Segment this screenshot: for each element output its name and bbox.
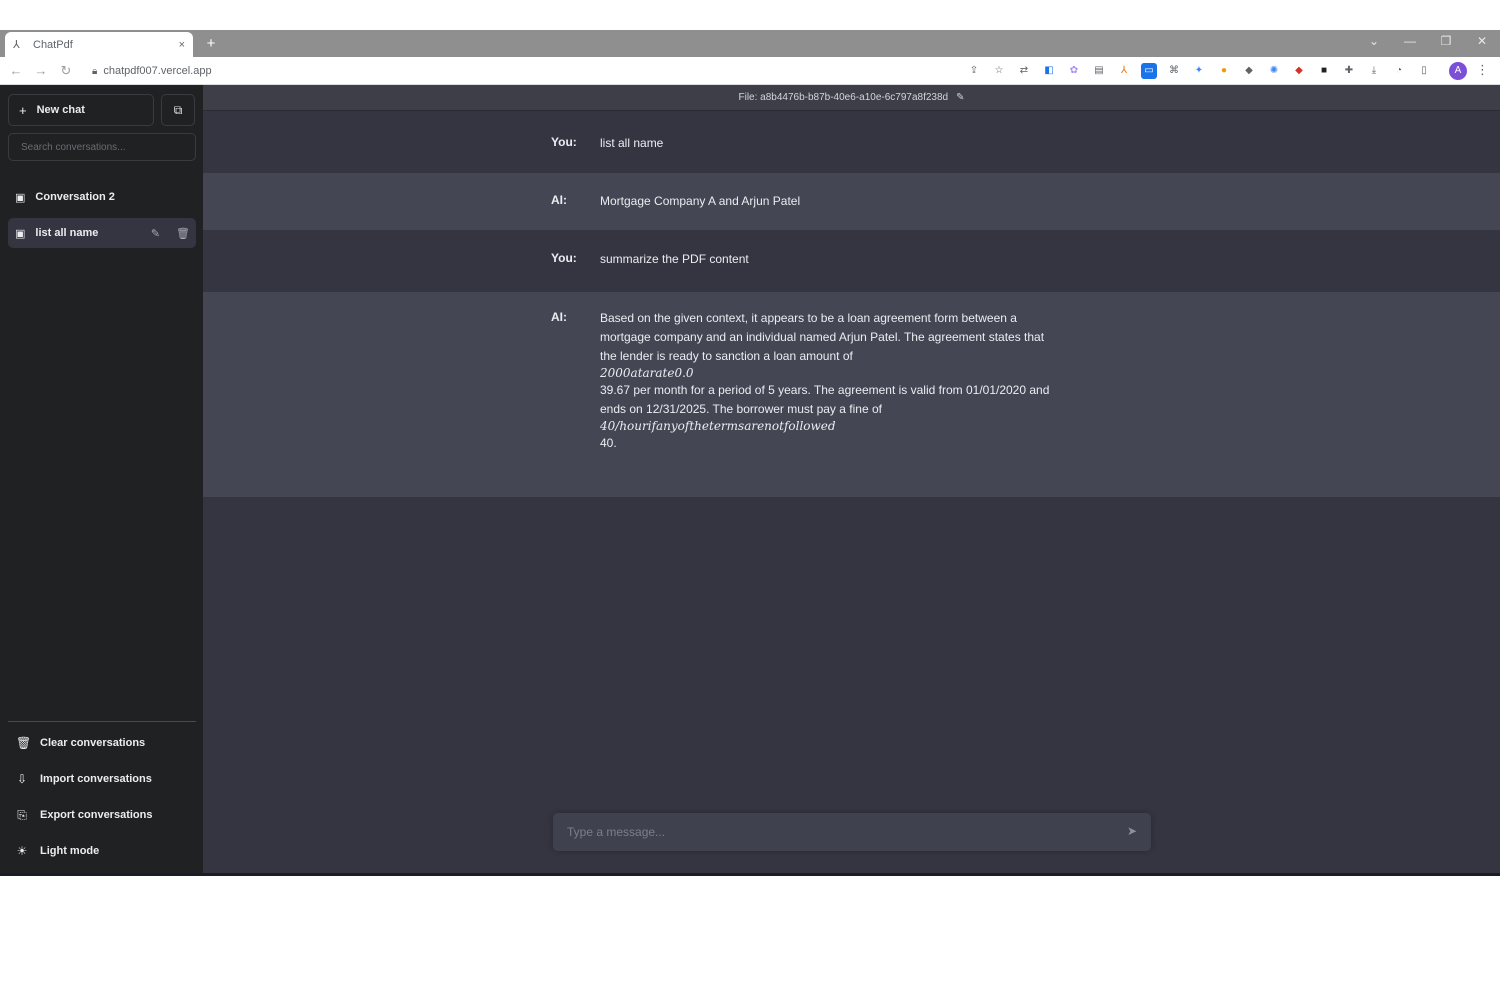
chat-icon: ▣ <box>15 191 26 204</box>
file-label: File: a8b4476b-b87b-40e6-a10e-6c797a8f23… <box>738 92 949 103</box>
extension-icon[interactable]: ■ <box>1316 63 1332 79</box>
message-text: Based on the given context, it appears t… <box>600 309 1120 453</box>
extension-icon[interactable]: ✿ <box>1066 63 1082 79</box>
conversation-item[interactable]: ▣ Conversation 2 <box>8 182 196 212</box>
extension-toolbar: ⇪ ☆ ⇄ ◧ ✿ ▤ ⅄ ▭ ⌘ ✦ ● ◆ ✺ ◆ ■ ✚ ⤓ ◔ ▯ <box>966 63 1432 79</box>
send-icon[interactable]: ➤ <box>1127 824 1137 838</box>
import-icon: ⇩ <box>16 772 28 786</box>
new-tab-button[interactable]: + <box>202 35 220 53</box>
folder-plus-icon: ⧉ <box>173 103 183 117</box>
new-chat-label: New chat <box>36 104 85 116</box>
message-line: mortgage company and an individual named… <box>600 330 1045 344</box>
message-role: AI: <box>551 193 567 207</box>
message-line: 39.67 per month for a period of 5 years.… <box>600 383 1050 397</box>
edit-icon[interactable]: ✎ <box>151 227 160 240</box>
search-input[interactable] <box>8 133 196 161</box>
reload-icon[interactable]: ↻ <box>58 63 74 79</box>
import-conversations-label: Import conversations <box>40 773 152 785</box>
url-text: chatpdf007.vercel.app <box>103 65 212 77</box>
close-tab-icon[interactable]: × <box>179 39 185 51</box>
tab-search-icon[interactable]: ⌄ <box>1364 34 1384 48</box>
sidebar-divider <box>8 721 196 722</box>
message-line: Mortgage Company A and Arjun Patel <box>600 194 801 208</box>
bookmark-star-icon[interactable]: ☆ <box>991 63 1007 79</box>
favicon-icon: ⅄ <box>13 38 20 51</box>
browser-tab[interactable]: ⅄ ChatPdf × <box>5 32 193 57</box>
sidepanel-icon[interactable]: ▯ <box>1416 63 1432 79</box>
extension-icon[interactable]: ◆ <box>1291 63 1307 79</box>
message-input[interactable] <box>553 813 1113 851</box>
message-line: the lender is ready to sanction a loan a… <box>600 349 853 363</box>
extension-icon[interactable]: ◧ <box>1041 63 1057 79</box>
tab-title: ChatPdf <box>33 38 73 51</box>
download-icon[interactable]: ⤓ <box>1366 63 1382 79</box>
message-text: list all name <box>600 134 1110 153</box>
extension-icon[interactable]: ✺ <box>1266 63 1282 79</box>
clear-conversations-label: Clear conversations <box>40 737 146 749</box>
light-mode-button[interactable]: ☀ Light mode <box>8 836 196 866</box>
chat-main: File: a8b4476b-b87b-40e6-a10e-6c797a8f23… <box>203 85 1500 873</box>
export-conversations-button[interactable]: ⎘ Export conversations <box>8 800 196 830</box>
browser-toolbar: ← → ↻ 🔒︎ chatpdf007.vercel.app ⇪ ☆ ⇄ ◧ ✿… <box>0 57 1500 85</box>
message-role: You: <box>551 135 577 149</box>
message-ai: AI: Mortgage Company A and Arjun Patel <box>203 173 1500 230</box>
tab-strip: ⅄ ChatPdf × + ⌄ — ❐ ✕ <box>0 30 1500 57</box>
trash-icon: 🗑︎ <box>16 736 32 750</box>
edit-file-icon[interactable]: ✎ <box>956 92 964 103</box>
lock-icon: 🔒︎ <box>92 65 98 77</box>
plus-icon: + <box>19 102 27 118</box>
extension-icon[interactable]: ● <box>1216 63 1232 79</box>
close-window-button[interactable]: ✕ <box>1472 34 1492 48</box>
export-icon: ⎘ <box>17 807 27 822</box>
message-text: summarize the PDF content <box>600 250 1110 269</box>
message-line: ends on 12/31/2025. The borrower must pa… <box>600 402 882 416</box>
import-conversations-button[interactable]: ⇩ Import conversations <box>8 764 196 794</box>
message-user: You: summarize the PDF content <box>203 230 1500 292</box>
message-line: Based on the given context, it appears t… <box>600 311 1017 325</box>
back-icon[interactable]: ← <box>8 63 24 79</box>
message-ai: AI: Based on the given context, it appea… <box>203 292 1500 497</box>
extension-icon[interactable]: ⇄ <box>1016 63 1032 79</box>
extension-icon[interactable]: ⌘ <box>1166 63 1182 79</box>
maximize-button[interactable]: ❐ <box>1436 34 1456 48</box>
new-folder-button[interactable]: ⧉ <box>161 94 195 126</box>
window-bottom-edge <box>0 873 1500 876</box>
chat-icon: ▣ <box>15 227 26 240</box>
profile-avatar[interactable]: A <box>1449 62 1467 80</box>
extension-icon[interactable]: ⅄ <box>1116 63 1132 79</box>
light-mode-label: Light mode <box>40 845 100 857</box>
message-line: 40. <box>600 436 617 450</box>
message-user: You: list all name <box>203 111 1500 173</box>
share-icon[interactable]: ⇪ <box>966 63 982 79</box>
message-line: list all name <box>600 136 664 150</box>
extension-icon[interactable]: ✦ <box>1191 63 1207 79</box>
conversation-label: Conversation 2 <box>35 191 115 203</box>
message-role: AI: <box>551 310 567 324</box>
extension-icon[interactable]: ▤ <box>1091 63 1107 79</box>
export-conversations-label: Export conversations <box>40 809 153 821</box>
sidebar: + New chat ⧉ ▣ Conversation 2 ▣ list all… <box>0 85 203 873</box>
message-role: You: <box>551 251 577 265</box>
message-math: 40/hourifanyofthetermsarenotfollowed <box>600 419 836 433</box>
conversation-item-active[interactable]: ▣ list all name ✎ 🗑︎ <box>8 218 196 248</box>
browser-window: ⅄ ChatPdf × + ⌄ — ❐ ✕ ← → ↻ 🔒︎ chatpdf00… <box>0 30 1500 876</box>
minimize-button[interactable]: — <box>1400 34 1420 48</box>
trash-icon[interactable]: 🗑︎ <box>176 227 190 240</box>
conversation-label: list all name <box>35 227 99 239</box>
menu-icon[interactable]: ⋮ <box>1476 62 1489 78</box>
forward-icon[interactable]: → <box>33 63 49 79</box>
puzzle-icon[interactable]: ✚ <box>1341 63 1357 79</box>
history-icon[interactable]: ◔ <box>1391 63 1407 79</box>
message-math: 2000atarate0.0 <box>600 366 694 380</box>
clear-conversations-button[interactable]: 🗑︎ Clear conversations <box>8 728 196 758</box>
message-line: summarize the PDF content <box>600 252 749 266</box>
address-bar[interactable]: 🔒︎ chatpdf007.vercel.app <box>86 60 956 82</box>
message-text: Mortgage Company A and Arjun Patel <box>600 192 1110 211</box>
extension-icon[interactable]: ▭ <box>1141 63 1157 79</box>
message-composer: ➤ <box>553 813 1151 851</box>
new-chat-button[interactable]: + New chat <box>8 94 154 126</box>
extension-icon[interactable]: ◆ <box>1241 63 1257 79</box>
file-bar: File: a8b4476b-b87b-40e6-a10e-6c797a8f23… <box>203 85 1500 111</box>
sun-icon: ☀ <box>16 844 28 858</box>
